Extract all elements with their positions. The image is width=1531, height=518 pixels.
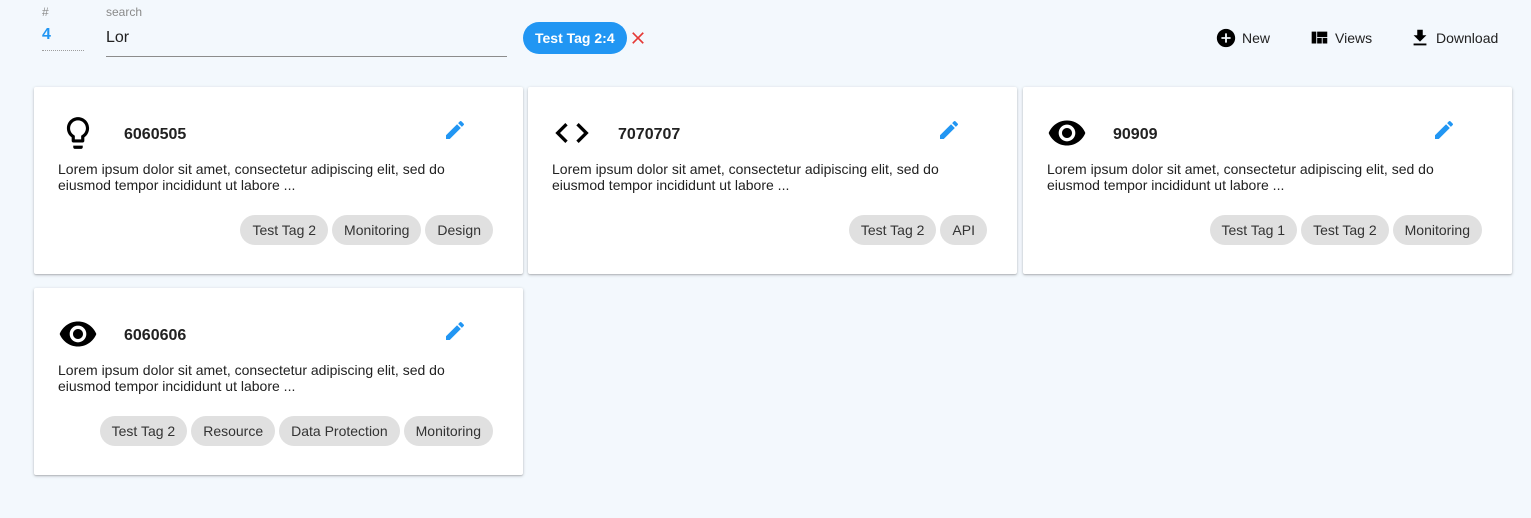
item-card[interactable]: 90909 Lorem ipsum dolor sit amet, consec… [1023, 87, 1512, 274]
lightbulb-icon [58, 113, 98, 153]
card-title: 6060505 [124, 126, 187, 143]
add-circle-icon [1215, 27, 1237, 49]
item-card[interactable]: 7070707 Lorem ipsum dolor sit amet, cons… [528, 87, 1017, 274]
tag-chip[interactable]: API [940, 215, 987, 245]
active-filter-chip[interactable]: Test Tag 2:4 [523, 22, 627, 54]
download-button-label: Download [1436, 30, 1499, 46]
eye-icon [1047, 113, 1087, 153]
tag-chip[interactable]: Test Tag 2 [99, 416, 188, 446]
code-icon [552, 113, 592, 153]
tag-chip[interactable]: Test Tag 2 [848, 215, 937, 245]
pencil-icon [1435, 120, 1454, 139]
tag-chip[interactable]: Monitoring [332, 215, 422, 245]
tag-chip[interactable]: Test Tag 1 [1209, 215, 1298, 245]
search-label: search [106, 5, 143, 19]
download-button[interactable]: Download [1409, 22, 1498, 54]
item-card[interactable]: 6060505 Lorem ipsum dolor sit amet, cons… [34, 87, 523, 274]
toolbar: # 4 search Test Tag 2:4 New Views [0, 0, 1531, 70]
tag-list: Test Tag 2 Monitoring Design [240, 215, 493, 245]
card-title: 90909 [1113, 126, 1158, 143]
close-icon [632, 32, 644, 44]
search-input[interactable] [106, 25, 507, 57]
eye-icon [58, 314, 98, 354]
result-count-value: 4 [42, 26, 84, 51]
pencil-icon [940, 120, 959, 139]
clear-filter-button[interactable] [628, 28, 648, 48]
tag-chip[interactable]: Design [425, 215, 493, 245]
views-button[interactable]: Views [1308, 22, 1372, 54]
edit-button[interactable] [443, 319, 467, 343]
tag-chip[interactable]: Data Protection [279, 416, 400, 446]
download-icon [1409, 27, 1431, 49]
tag-list: Test Tag 2 Resource Data Protection Moni… [99, 416, 493, 446]
edit-button[interactable] [937, 118, 961, 142]
new-button-label: New [1242, 30, 1271, 46]
pencil-icon [446, 120, 465, 139]
result-count-label: # [42, 5, 49, 19]
result-count-field: # 4 [42, 5, 84, 51]
view-quilt-icon [1308, 27, 1330, 49]
views-button-label: Views [1335, 30, 1373, 46]
new-button[interactable]: New [1215, 22, 1270, 54]
tag-chip[interactable]: Monitoring [403, 416, 493, 446]
card-description: Lorem ipsum dolor sit amet, consectetur … [58, 161, 445, 193]
card-description: Lorem ipsum dolor sit amet, consectetur … [552, 161, 939, 193]
tag-chip[interactable]: Monitoring [1392, 215, 1482, 245]
edit-button[interactable] [1432, 118, 1456, 142]
card-description: Lorem ipsum dolor sit amet, consectetur … [1047, 161, 1434, 193]
tag-list: Test Tag 2 API [848, 215, 987, 245]
tag-list: Test Tag 1 Test Tag 2 Monitoring [1209, 215, 1482, 245]
card-description: Lorem ipsum dolor sit amet, consectetur … [58, 362, 445, 394]
search-field: search [106, 5, 507, 57]
card-title: 7070707 [618, 126, 681, 143]
edit-button[interactable] [443, 118, 467, 142]
item-card[interactable]: 6060606 Lorem ipsum dolor sit amet, cons… [34, 288, 523, 475]
tag-chip[interactable]: Test Tag 2 [1301, 215, 1389, 245]
pencil-icon [446, 321, 465, 340]
card-title: 6060606 [124, 327, 187, 344]
tag-chip[interactable]: Resource [191, 416, 276, 446]
tag-chip[interactable]: Test Tag 2 [240, 215, 329, 245]
